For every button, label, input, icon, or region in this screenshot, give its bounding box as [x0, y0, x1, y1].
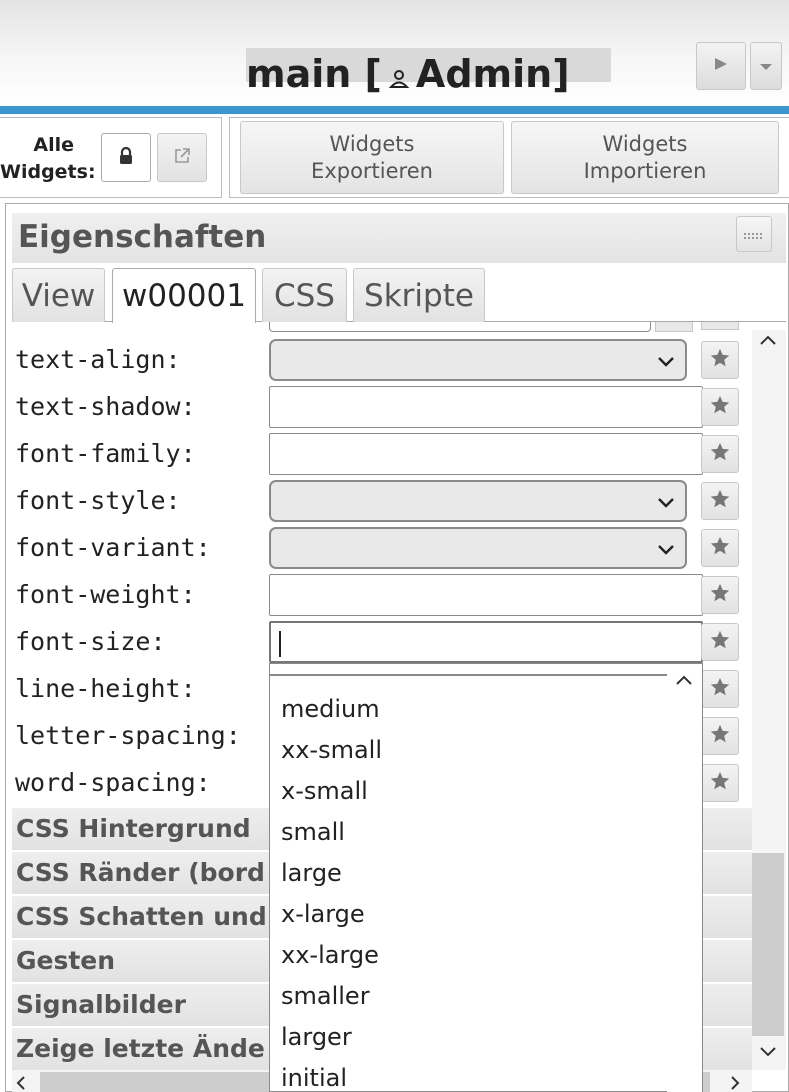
prop-label-word-spacing: word-spacing: — [15, 768, 211, 797]
title-user: Admin] — [415, 52, 570, 96]
tab-w00001[interactable]: w00001 — [112, 268, 256, 323]
open-external-icon — [173, 147, 191, 169]
lock-all-button[interactable] — [101, 133, 151, 182]
previous-row-star — [701, 322, 739, 330]
import-label-line1: Widgets — [602, 132, 688, 156]
scroll-right-icon[interactable] — [728, 1074, 742, 1092]
play-icon — [713, 56, 729, 76]
star-icon — [709, 676, 731, 702]
chevron-down-icon — [657, 541, 675, 560]
menu-caret-icon — [759, 57, 773, 76]
dropdown-option[interactable]: large — [281, 853, 342, 894]
prop-label-line-height: line-height: — [15, 674, 196, 703]
star-button[interactable] — [701, 341, 739, 379]
tab-skripte[interactable]: Skripte — [353, 268, 485, 322]
star-button[interactable] — [701, 482, 739, 520]
dropdown-scrollbar[interactable] — [667, 664, 702, 1092]
export-widgets-button[interactable]: Widgets Exportieren — [240, 121, 504, 194]
font-style-select[interactable] — [269, 480, 687, 522]
chevron-down-icon — [657, 494, 675, 513]
previous-row-button — [655, 322, 693, 332]
star-button[interactable] — [701, 717, 739, 755]
dropdown-option[interactable]: larger — [281, 1017, 352, 1058]
star-button[interactable] — [701, 764, 739, 802]
lock-icon — [118, 146, 134, 169]
prop-label-font-weight: font-weight: — [15, 580, 196, 609]
dropdown-option[interactable]: smaller — [281, 976, 370, 1017]
export-label-line2: Exportieren — [311, 159, 433, 183]
dropdown-option[interactable]: x-large — [281, 894, 365, 935]
accent-bar — [0, 106, 789, 114]
view-menu-button[interactable] — [750, 42, 782, 90]
panel-title: Eigenschaften — [18, 219, 267, 255]
star-icon — [709, 441, 731, 467]
star-icon — [709, 723, 731, 749]
dropdown-option[interactable]: medium — [281, 689, 380, 730]
title-prefix: main [ — [246, 52, 382, 96]
prop-label-text-shadow: text-shadow: — [15, 392, 196, 421]
all-widgets-label-line1: Alle — [33, 134, 74, 156]
star-button[interactable] — [701, 388, 739, 426]
vertical-scrollbar-thumb[interactable] — [752, 853, 784, 1036]
dropdown-option[interactable]: small — [281, 812, 345, 853]
person-icon — [388, 55, 410, 99]
tab-view[interactable]: View — [12, 268, 105, 322]
star-button[interactable] — [701, 623, 739, 661]
chevron-up-icon[interactable] — [758, 332, 778, 352]
star-button[interactable] — [701, 670, 739, 708]
star-icon — [709, 629, 731, 655]
import-widgets-button[interactable]: Widgets Importieren — [511, 121, 779, 194]
all-widgets-label: Alle Widgets: — [0, 132, 96, 186]
prop-label-font-variant: font-variant: — [15, 533, 211, 562]
font-size-input[interactable] — [269, 621, 703, 663]
text-caret — [279, 631, 281, 657]
star-icon — [709, 394, 731, 420]
dropdown-option[interactable]: x-small — [281, 771, 368, 812]
chevron-down-icon[interactable] — [758, 1044, 778, 1064]
star-button[interactable] — [701, 435, 739, 473]
app-title: main [ Admin] — [246, 52, 570, 96]
prop-label-font-family: font-family: — [15, 439, 196, 468]
all-widgets-label-line2: Widgets: — [0, 161, 96, 183]
prop-label-text-align: text-align: — [15, 345, 181, 374]
star-icon — [709, 535, 731, 561]
star-icon — [709, 347, 731, 373]
dropdown-option[interactable]: xx-small — [281, 730, 382, 771]
prop-label-letter-spacing: letter-spacing: — [15, 721, 241, 750]
panel-menu-button[interactable] — [736, 216, 772, 252]
previous-row-field — [269, 322, 651, 332]
font-family-input[interactable] — [269, 433, 703, 475]
tab-css[interactable]: CSS — [262, 268, 347, 322]
dropdown-top-edge — [270, 674, 668, 676]
dropdown-option[interactable]: initial — [281, 1058, 347, 1092]
star-icon — [709, 770, 731, 796]
chevron-up-icon[interactable] — [674, 672, 694, 692]
scroll-left-icon[interactable] — [14, 1074, 28, 1092]
import-label-line2: Importieren — [583, 159, 707, 183]
star-button[interactable] — [701, 529, 739, 567]
text-align-select[interactable] — [269, 339, 687, 381]
star-button[interactable] — [701, 576, 739, 614]
text-shadow-input[interactable] — [269, 386, 703, 428]
open-external-button[interactable] — [157, 133, 207, 182]
panel-menu-icon — [744, 225, 764, 244]
star-icon — [709, 582, 731, 608]
star-icon — [709, 488, 731, 514]
play-button[interactable] — [696, 42, 746, 90]
chevron-down-icon — [657, 353, 675, 372]
export-label-line1: Widgets — [329, 132, 415, 156]
font-variant-select[interactable] — [269, 527, 687, 569]
prop-label-font-style: font-style: — [15, 486, 181, 515]
prop-label-font-size: font-size: — [15, 627, 166, 656]
font-weight-input[interactable] — [269, 574, 703, 616]
dropdown-option[interactable]: xx-large — [281, 935, 379, 976]
